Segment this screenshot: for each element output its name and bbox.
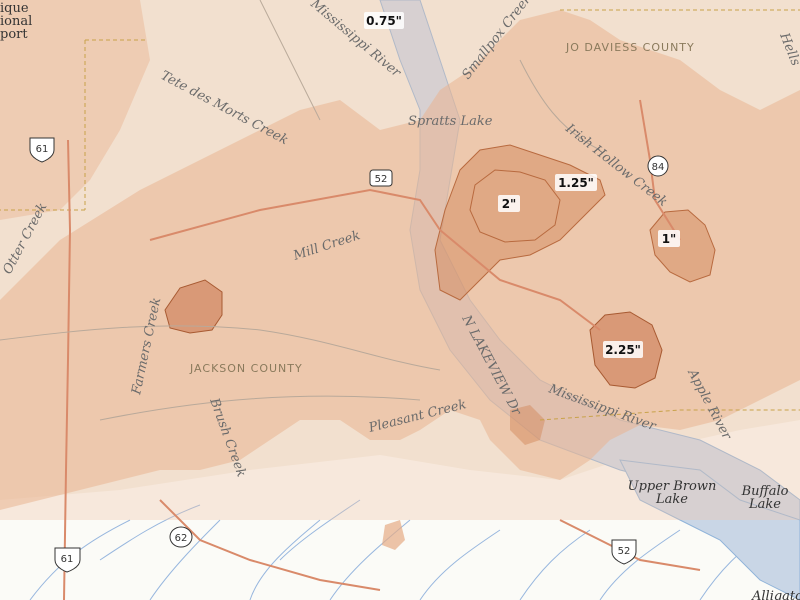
svg-text:2.25": 2.25" [605, 343, 641, 357]
svg-text:61: 61 [61, 554, 74, 565]
svg-text:1": 1" [662, 232, 677, 246]
svg-text:62: 62 [175, 533, 188, 544]
label-jackson-county: JACKSON COUNTY [189, 362, 303, 375]
label-buffalo-2: Lake [748, 497, 781, 512]
svg-text:52: 52 [375, 174, 388, 185]
snow-label-125: 1.25" [555, 174, 597, 191]
snow-label-225: 2.25" [603, 341, 643, 358]
map-view[interactable]: 61 52 84 62 61 52 ique ional port Missis… [0, 0, 800, 600]
snow-label-2: 2" [498, 195, 520, 212]
label-alligator: Alligato [751, 589, 800, 600]
svg-text:2": 2" [502, 197, 517, 211]
svg-text:52: 52 [618, 546, 631, 557]
svg-text:0.75": 0.75" [366, 14, 402, 28]
label-spratts-lake: Spratts Lake [408, 114, 493, 129]
route-shield-84: 84 [647, 155, 669, 177]
svg-text:1.25": 1.25" [558, 176, 594, 190]
map-canvas[interactable]: 61 52 84 62 61 52 ique ional port Missis… [0, 0, 800, 600]
svg-text:84: 84 [652, 162, 665, 173]
route-shield-62: 62 [169, 526, 193, 548]
route-shield-52-mid: 52 [369, 169, 393, 187]
label-upper-brown-2: Lake [655, 492, 688, 507]
label-airport-3: port [0, 27, 28, 42]
svg-text:61: 61 [36, 144, 49, 155]
snow-label-075: 0.75" [364, 12, 404, 29]
snow-label-1: 1" [658, 230, 680, 247]
label-jo-daviess-county: JO DAVIESS COUNTY [565, 41, 695, 54]
